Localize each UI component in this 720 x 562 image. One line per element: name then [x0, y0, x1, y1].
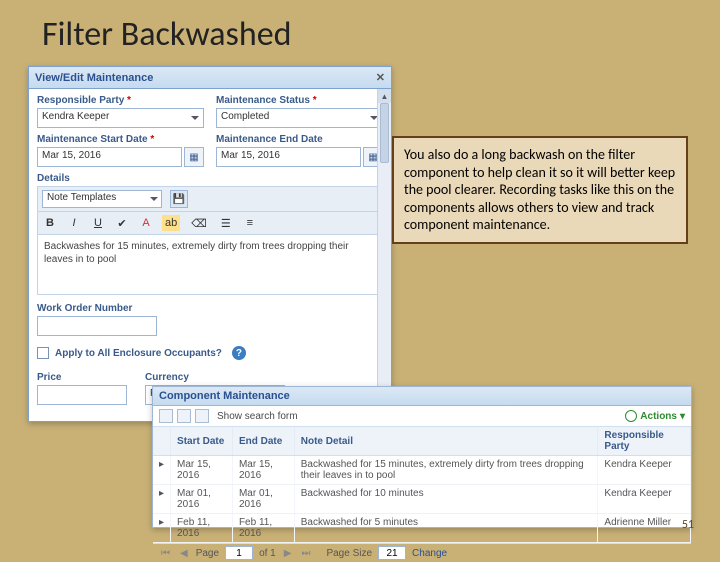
dialog-scrollbar[interactable]: ▲ ▼: [377, 89, 391, 421]
col-responsible[interactable]: Responsible Party: [598, 427, 691, 456]
responsible-party-label: Responsible Party *: [37, 95, 204, 106]
table-row[interactable]: ▸ Feb 11, 2016 Feb 11, 2016 Backwashed f…: [153, 514, 691, 543]
help-icon[interactable]: ?: [232, 346, 246, 360]
number-list-icon[interactable]: ≡: [242, 215, 258, 231]
start-date-input[interactable]: Mar 15, 2016: [37, 147, 182, 167]
pager-of-label: of 1: [259, 548, 276, 559]
start-date-calendar-icon[interactable]: ▦: [184, 147, 204, 167]
grid-pager: ⏮ ◀ Page of 1 ▶ ⏭ Page Size Change: [153, 543, 691, 562]
explanatory-callout: You also do a long backwash on the filte…: [392, 136, 688, 244]
slide-number: 51: [682, 518, 694, 532]
dialog-titlebar: View/Edit Maintenance ✕: [29, 67, 391, 89]
bold-button[interactable]: B: [42, 215, 58, 231]
col-start[interactable]: Start Date: [171, 427, 233, 456]
cell-start: Mar 15, 2016: [171, 456, 233, 485]
apply-all-checkbox[interactable]: [37, 347, 49, 359]
row-expand-icon[interactable]: ▸: [153, 514, 171, 543]
cell-end: Mar 01, 2016: [232, 485, 294, 514]
apply-all-label: Apply to All Enclosure Occupants?: [55, 348, 222, 359]
pager-size-input[interactable]: [378, 546, 406, 560]
scroll-thumb[interactable]: [380, 103, 389, 163]
pager-page-label: Page: [196, 548, 219, 559]
pager-first-icon[interactable]: ⏮: [159, 548, 172, 559]
gear-icon: [625, 410, 637, 422]
close-icon[interactable]: ✕: [376, 71, 385, 84]
pager-last-icon[interactable]: ⏭: [299, 548, 312, 559]
work-order-input[interactable]: [37, 316, 157, 336]
table-row[interactable]: ▸ Mar 15, 2016 Mar 15, 2016 Backwashed f…: [153, 456, 691, 485]
add-record-icon[interactable]: [159, 409, 173, 423]
bullet-list-icon[interactable]: ☰: [218, 215, 234, 231]
cell-responsible: Adrienne Miller: [598, 514, 691, 543]
end-date-input[interactable]: Mar 15, 2016: [216, 147, 361, 167]
cell-responsible: Kendra Keeper: [598, 485, 691, 514]
grid-toolbar: Show search form Actions ▾: [153, 406, 691, 427]
start-date-label: Maintenance Start Date *: [37, 134, 204, 145]
cell-start: Mar 01, 2016: [171, 485, 233, 514]
pager-page-input[interactable]: [225, 546, 253, 560]
actions-menu[interactable]: Actions ▾: [625, 410, 685, 422]
responsible-party-select[interactable]: Kendra Keeper: [37, 108, 204, 128]
details-label: Details: [37, 173, 383, 184]
actions-label: Actions: [640, 411, 677, 422]
pager-size-label: Page Size: [326, 548, 372, 559]
editor-toolbar-row1: Note Templates 💾: [37, 186, 383, 212]
pager-prev-icon[interactable]: ◀: [178, 548, 190, 559]
cell-note: Backwashed for 15 minutes, extremely dir…: [294, 456, 598, 485]
export-icon[interactable]: [195, 409, 209, 423]
maintenance-status-label: Maintenance Status *: [216, 95, 383, 106]
details-editor[interactable]: Backwashes for 15 minutes, extremely dir…: [37, 235, 383, 295]
dialog-title-text: View/Edit Maintenance: [35, 72, 153, 84]
cell-note: Backwashed for 5 minutes: [294, 514, 598, 543]
end-date-label: Maintenance End Date: [216, 134, 383, 145]
cell-responsible: Kendra Keeper: [598, 456, 691, 485]
price-input[interactable]: [37, 385, 127, 405]
col-end[interactable]: End Date: [232, 427, 294, 456]
scroll-up-icon[interactable]: ▲: [378, 89, 391, 103]
note-templates-select[interactable]: Note Templates: [42, 190, 162, 208]
pager-next-icon[interactable]: ▶: [282, 548, 294, 559]
price-label: Price: [37, 372, 127, 383]
component-maintenance-panel: Component Maintenance Show search form A…: [152, 386, 692, 528]
editor-toolbar-row2: B I U ✔ A ab ⌫ ☰ ≡: [37, 212, 383, 235]
cell-start: Feb 11, 2016: [171, 514, 233, 543]
highlight-icon[interactable]: ab: [162, 215, 180, 231]
pager-change-link[interactable]: Change: [412, 548, 447, 559]
italic-button[interactable]: I: [66, 215, 82, 231]
font-color-icon[interactable]: A: [138, 215, 154, 231]
cell-end: Mar 15, 2016: [232, 456, 294, 485]
clear-format-icon[interactable]: ⌫: [188, 215, 210, 231]
spellcheck-icon[interactable]: ✔: [114, 215, 130, 231]
chevron-down-icon: ▾: [680, 411, 685, 422]
save-template-icon[interactable]: 💾: [170, 190, 188, 208]
currency-label: Currency: [145, 372, 285, 383]
view-edit-maintenance-dialog: View/Edit Maintenance ✕ Responsible Part…: [28, 66, 392, 422]
row-expand-icon[interactable]: ▸: [153, 456, 171, 485]
underline-button[interactable]: U: [90, 215, 106, 231]
grid-title: Component Maintenance: [153, 387, 691, 406]
slide-title: Filter Backwashed: [0, 0, 720, 55]
refresh-icon[interactable]: [177, 409, 191, 423]
work-order-label: Work Order Number: [37, 303, 383, 314]
table-row[interactable]: ▸ Mar 01, 2016 Mar 01, 2016 Backwashed f…: [153, 485, 691, 514]
show-search-form-link[interactable]: Show search form: [217, 411, 298, 422]
col-note[interactable]: Note Detail: [294, 427, 598, 456]
cell-note: Backwashed for 10 minutes: [294, 485, 598, 514]
maintenance-table: Start Date End Date Note Detail Responsi…: [153, 427, 691, 543]
maintenance-status-select[interactable]: Completed: [216, 108, 383, 128]
cell-end: Feb 11, 2016: [232, 514, 294, 543]
row-expand-icon[interactable]: ▸: [153, 485, 171, 514]
